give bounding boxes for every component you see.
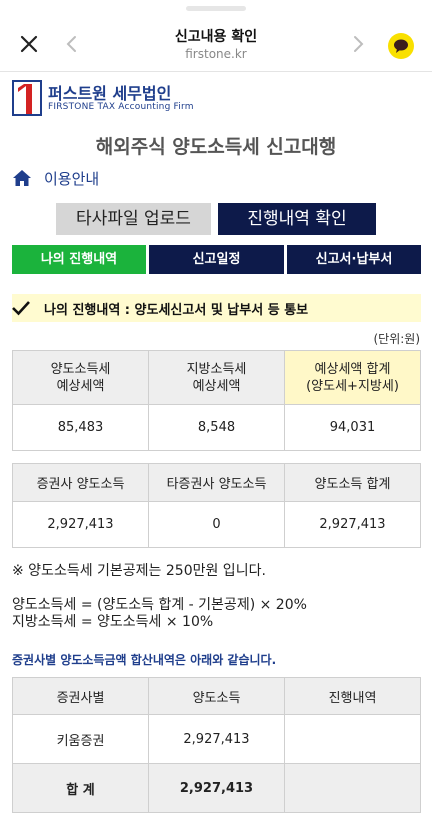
header-broker-gains: 증권사 양도소득	[12, 463, 149, 502]
tab-my-progress[interactable]: 나의 진행내역	[12, 245, 146, 274]
kakaotalk-icon[interactable]	[388, 33, 414, 59]
header-gains: 양도소득	[148, 677, 285, 715]
value-estimated-total: 94,031	[284, 404, 421, 451]
brand-name: 퍼스트원 세무법인	[48, 84, 172, 103]
capital-gains-table: 증권사 양도소득 타증권사 양도소득 양도소득 합계 2,927,413 0 2…	[12, 463, 421, 548]
brand-subtitle: FIRSTONE TAX Accounting Firm	[48, 102, 194, 112]
guide-link-label: 이용안내	[44, 170, 100, 188]
tab-filing-schedule[interactable]: 신고일정	[149, 245, 284, 274]
broker-breakdown-table: 증권사별 양도소득 진행내역 키움증권 2,927,413 합 계 2,927,…	[12, 677, 421, 813]
broker-name: 키움증권	[12, 714, 149, 764]
total-label: 합 계	[12, 763, 149, 813]
upload-other-file-button[interactable]: 타사파일 업로드	[56, 203, 211, 235]
tab-returns-payment[interactable]: 신고서·납부서	[287, 245, 421, 274]
progress-notice: 나의 진행내역 : 양도세신고서 및 납부서 등 통보	[12, 294, 421, 322]
drag-handle[interactable]	[186, 6, 246, 11]
header-progress: 진행내역	[284, 677, 421, 715]
header-gains-total: 양도소득 합계	[284, 463, 421, 502]
page-title: 해외주식 양도소득세 신고대행	[95, 136, 337, 158]
total-progress	[284, 763, 421, 813]
header-local-income-tax: 지방소득세 예상세액	[148, 350, 285, 405]
table-row: 키움증권 2,927,413	[12, 714, 421, 764]
header-capital-gains-tax: 양도소득세 예상세액	[12, 350, 149, 405]
value-broker-gains: 2,927,413	[12, 501, 149, 548]
estimated-tax-table: 양도소득세 예상세액 지방소득세 예상세액 예상세액 합계 (양도세+지방세) …	[12, 350, 421, 451]
value-gains-total: 2,927,413	[284, 501, 421, 548]
total-row: 합 계 2,927,413	[12, 763, 421, 813]
breakdown-title: 증권사별 양도소득금액 합산내역은 아래와 같습니다.	[12, 653, 277, 667]
home-icon	[13, 170, 31, 186]
browser-header: 신고내용 확인 firstone.kr	[0, 0, 432, 72]
header-other-broker-gains: 타증권사 양도소득	[148, 463, 285, 502]
deduction-note: ※ 양도소득세 기본공제는 250만원 입니다.	[12, 563, 266, 579]
formula-local-tax: 지방소득세 = 양도소득세 × 10%	[12, 614, 214, 630]
firstone-logo-mark	[12, 80, 42, 116]
unit-label: (단위:원)	[373, 332, 420, 346]
broker-progress[interactable]	[284, 714, 421, 764]
header-broker: 증권사별	[12, 677, 149, 715]
value-other-broker-gains: 0	[148, 501, 285, 548]
value-capital-gains-tax: 85,483	[12, 404, 149, 451]
check-progress-button[interactable]: 진행내역 확인	[218, 203, 376, 235]
forward-arrow-icon[interactable]	[348, 34, 368, 54]
total-gains: 2,927,413	[148, 763, 285, 813]
value-local-income-tax: 8,548	[148, 404, 285, 451]
check-icon	[12, 301, 30, 316]
broker-gains: 2,927,413	[148, 714, 285, 764]
header-estimated-total: 예상세액 합계 (양도세+지방세)	[284, 350, 421, 405]
notice-text: 나의 진행내역 : 양도세신고서 및 납부서 등 통보	[44, 303, 309, 318]
